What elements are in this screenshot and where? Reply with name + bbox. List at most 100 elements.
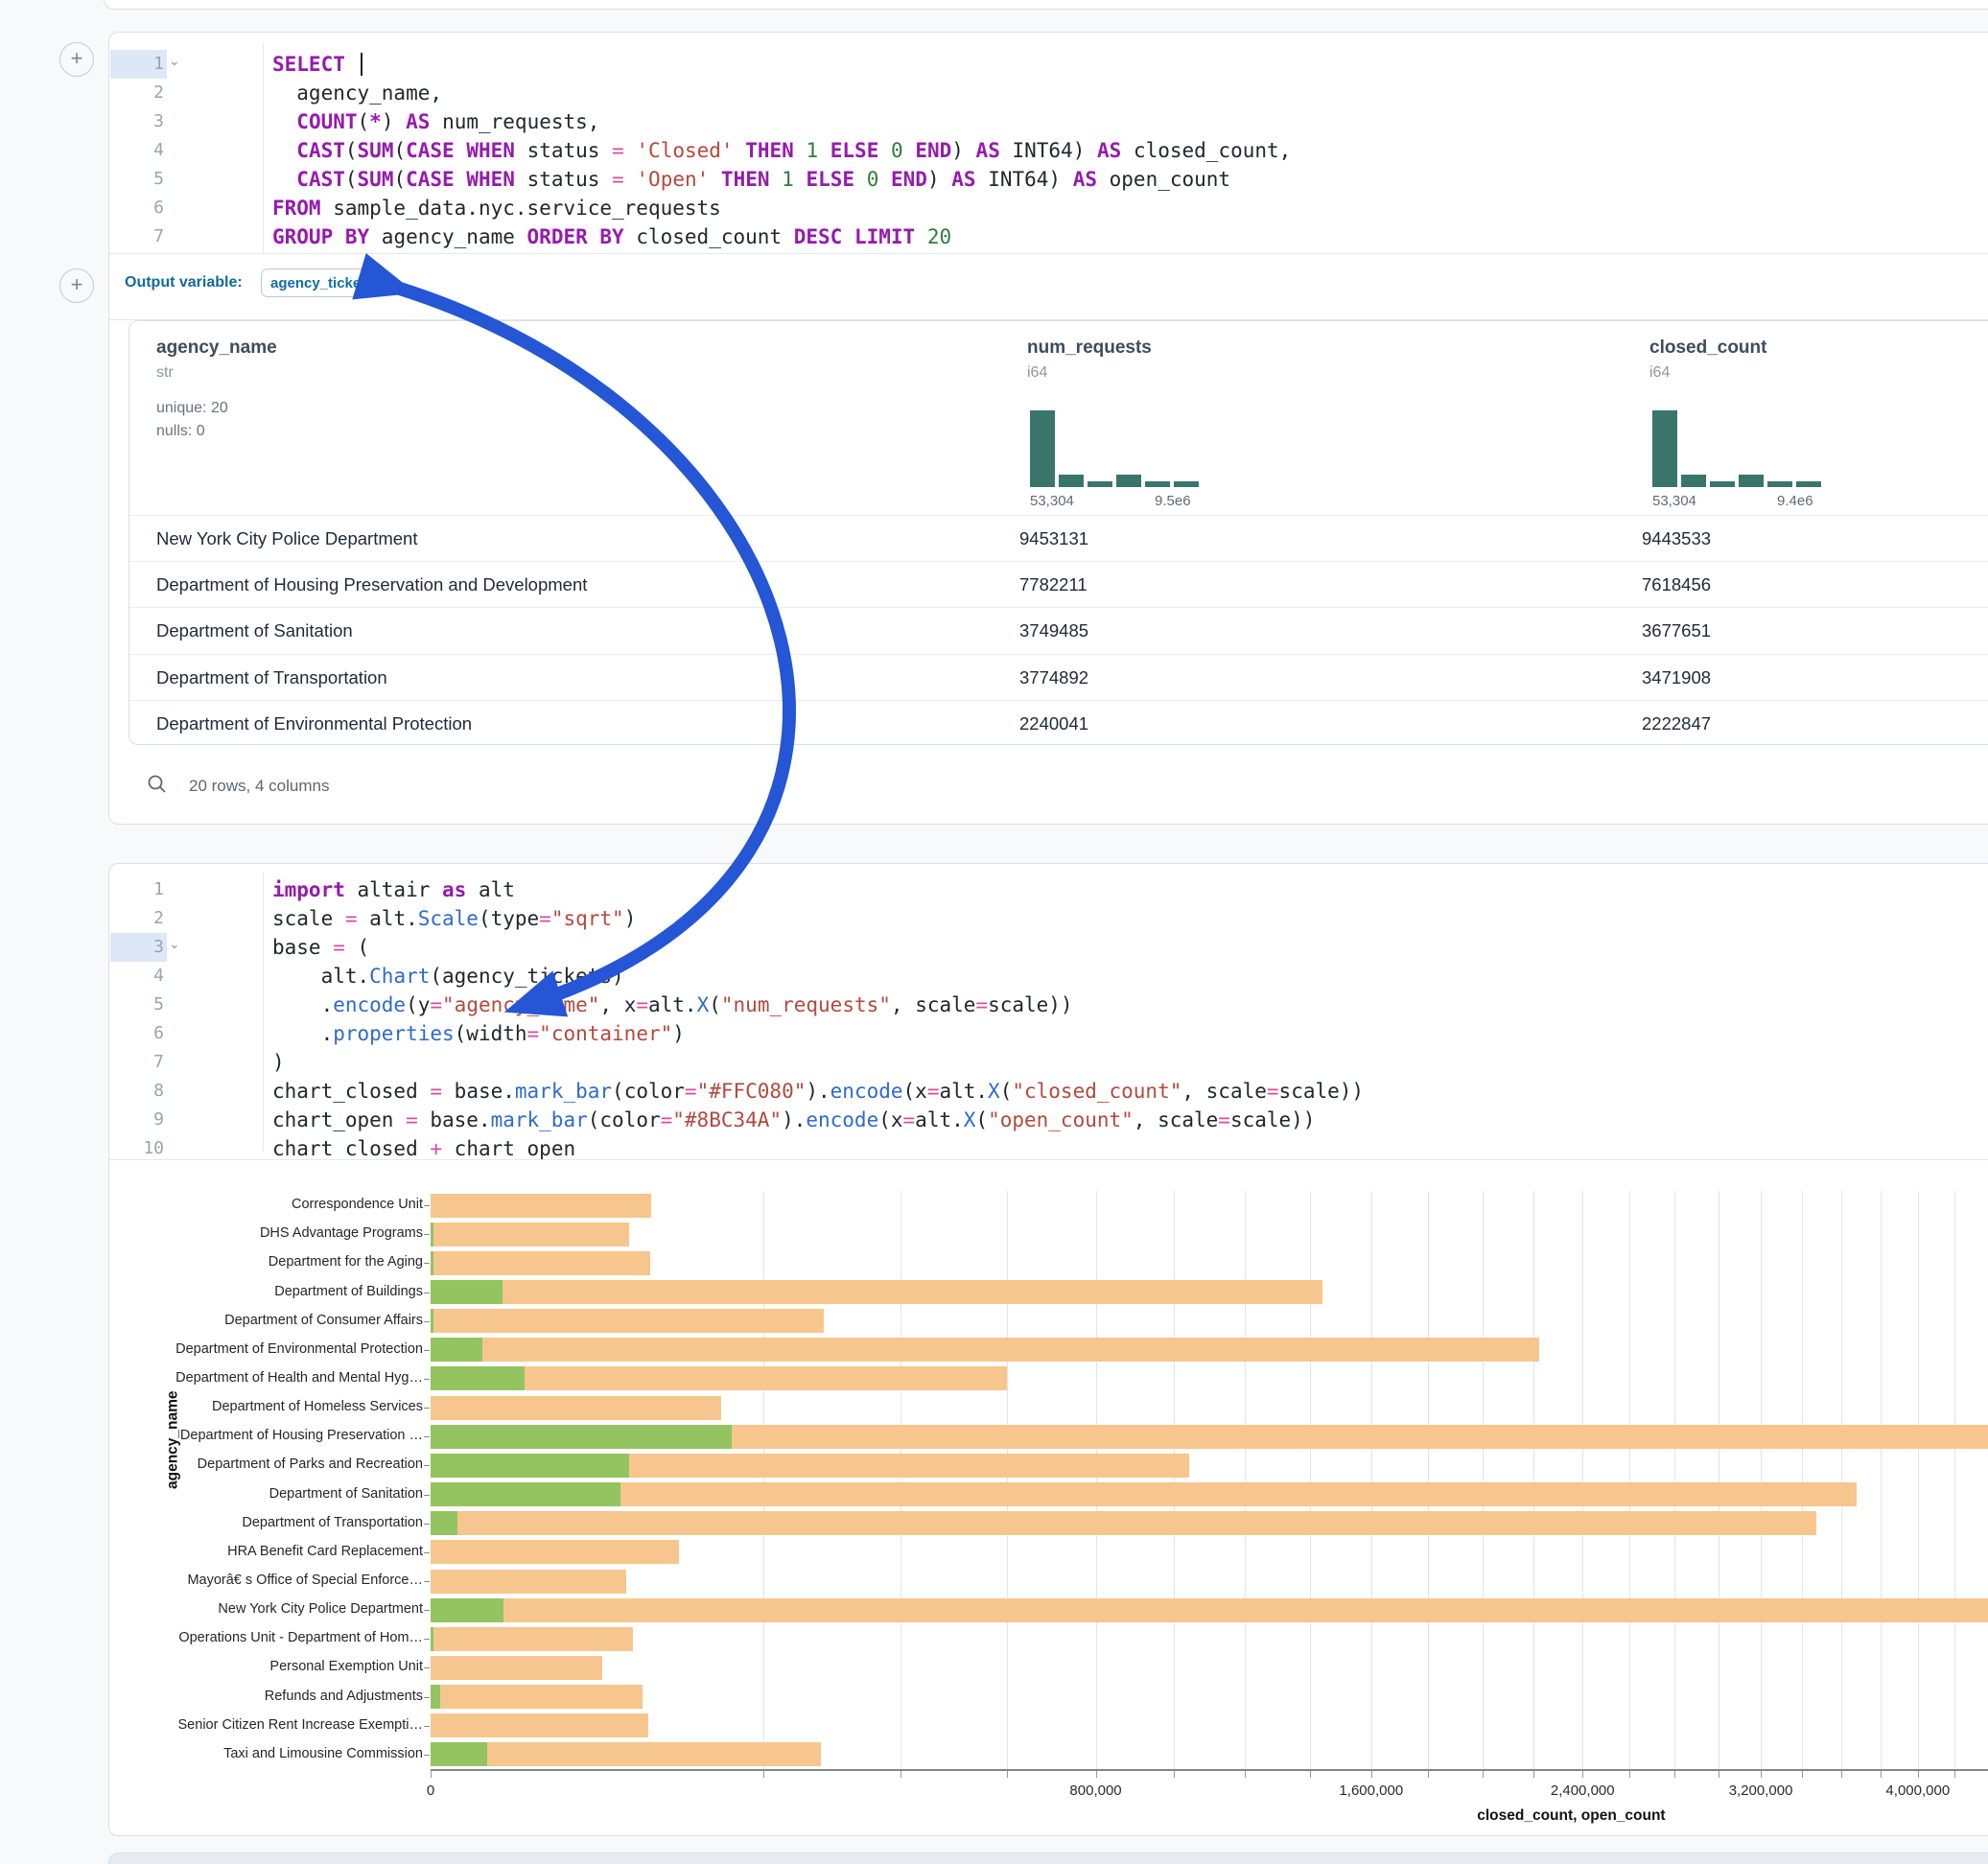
y-axis-label: Department of Health and Mental Hyg… [143,1370,423,1386]
line-number: 2 [119,79,164,107]
column-header[interactable]: agency_name [156,338,277,359]
column-header[interactable]: closed_count [1649,338,1766,359]
code-line[interactable]: ) [272,1048,285,1077]
gridline [900,1191,901,1769]
table-cell: 9443533 [1642,528,1711,549]
histogram-bar [1710,481,1735,487]
table-cell: 2240041 [1019,713,1088,734]
add-cell-button[interactable]: + [59,268,94,303]
bar-open_count [431,1338,482,1362]
notebook-page: + + 1⌄SELECT2 agency_name,3 COUNT(*) AS … [0,0,1988,1864]
add-cell-button[interactable]: + [59,42,94,77]
gridline [1761,1191,1762,1769]
code-line[interactable]: CAST(SUM(CASE WHEN status = 'Closed' THE… [272,136,1291,165]
line-number: 1 [119,50,164,79]
x-axis-title: closed_count, open_count [1477,1807,1665,1825]
x-axis-tick [431,1771,432,1778]
column-header[interactable]: num_requests [1027,338,1152,359]
code-line[interactable]: import altair as alt [272,875,515,904]
bar-closed_count [431,1511,1816,1535]
column-type: i64 [1027,364,1047,382]
fold-chevron-icon[interactable]: ⌄ [169,53,180,69]
line-number: 5 [119,990,164,1019]
output-variable-pill[interactable]: agency_tickets [261,268,368,297]
bar-closed_count [431,1598,1988,1622]
histogram-bar [1681,475,1706,487]
code-line[interactable]: chart_open = base.mark_bar(color="#8BC34… [272,1106,1315,1134]
x-axis-tick [1582,1771,1583,1778]
bar-closed_count [431,1627,633,1651]
code-line[interactable]: CAST(SUM(CASE WHEN status = 'Open' THEN … [272,165,1230,194]
y-axis-tick [424,1379,430,1380]
table-cell: 7618456 [1642,574,1711,595]
x-axis-tick [1096,1771,1097,1778]
gridline [1533,1191,1534,1769]
table-row[interactable]: Department of Sanitation37494853677651 [129,607,1988,654]
code-line[interactable]: FROM sample_data.nyc.service_requests [272,194,721,222]
gridline [1371,1191,1372,1769]
x-axis-tick [1174,1771,1175,1778]
y-axis-tick [424,1755,430,1756]
table-row[interactable]: Department of Transportation377489234719… [129,654,1988,701]
gridline [1881,1191,1882,1769]
code-line[interactable]: scale = alt.Scale(type="sqrt") [272,904,636,933]
bar-closed_count [431,1223,629,1247]
gutter-divider [263,872,264,1152]
bar-open_count [431,1425,732,1449]
code-line[interactable]: GROUP BY agency_name ORDER BY closed_cou… [272,222,951,251]
gridline [1918,1191,1919,1769]
gridline [1174,1191,1175,1769]
fold-chevron-icon[interactable]: ⌄ [169,936,180,952]
gridline [1629,1191,1630,1769]
histogram-bar [1088,481,1112,487]
line-number: 9 [119,1106,164,1134]
code-line[interactable]: agency_name, [272,79,442,107]
line-number: 6 [119,194,164,222]
x-axis-tick-label: 1,600,000 [1339,1782,1403,1799]
code-line[interactable]: COUNT(*) AS num_requests, [272,107,599,136]
search-icon[interactable] [147,774,168,795]
line-number: 7 [119,1048,164,1077]
table-cell: 2222847 [1642,713,1711,734]
table-rowcount: 20 rows, 4 columns [189,777,329,796]
line-number: 4 [119,136,164,165]
table-row[interactable]: Department of Environmental Protection22… [129,700,1988,745]
code-line[interactable]: .encode(y="agency_name", x=alt.X("num_re… [272,990,1073,1019]
x-axis-tick-label: 4,000,000 [1885,1782,1950,1799]
bar-open_count [431,1223,433,1247]
code-line[interactable]: alt.Chart(agency_tickets) [272,962,624,990]
histogram-bar [1796,481,1821,487]
x-axis-tick [1371,1771,1372,1778]
gridline [763,1191,764,1769]
y-axis-label: Department of Transportation [143,1515,423,1530]
bar-open_count [431,1366,525,1390]
sql-editor[interactable]: 1⌄SELECT2 agency_name,3 COUNT(*) AS num_… [109,33,1988,253]
y-axis-tick [424,1697,430,1698]
x-axis-tick-label: 800,000 [1069,1782,1121,1799]
table-row[interactable]: New York City Police Department945313194… [129,515,1988,562]
y-axis-tick [424,1263,430,1264]
y-axis-label: Department of Housing Preservation … [143,1428,423,1443]
column-type: i64 [1649,364,1670,382]
bar-closed_count [431,1570,626,1594]
y-axis-label: Taxi and Limousine Commission [143,1746,423,1761]
code-line[interactable]: base = ( [272,933,369,962]
code-line[interactable]: chart_closed = base.mark_bar(color="#FFC… [272,1077,1364,1106]
y-axis-tick [424,1350,430,1351]
code-line[interactable]: SELECT [272,50,345,79]
table-row[interactable]: Department of Housing Preservation and D… [129,561,1988,608]
y-axis-tick [424,1321,430,1322]
bar-open_count [431,1454,629,1478]
bar-open_count [431,1511,457,1535]
table-body: New York City Police Department945313194… [129,515,1988,744]
y-axis-tick [424,1726,430,1727]
y-axis-tick [424,1495,430,1496]
code-line[interactable]: .properties(width="container") [272,1019,685,1048]
bar-closed_count [431,1396,721,1420]
x-axis-tick [1802,1771,1803,1778]
table-header: agency_namestrunique: 20nulls: 0num_requ… [129,321,1988,515]
python-editor[interactable]: 1import altair as alt2scale = alt.Scale(… [109,864,1988,1159]
bar-open_count [431,1598,503,1622]
gridline [1483,1191,1484,1769]
y-axis-label: HRA Benefit Card Replacement [143,1544,423,1559]
